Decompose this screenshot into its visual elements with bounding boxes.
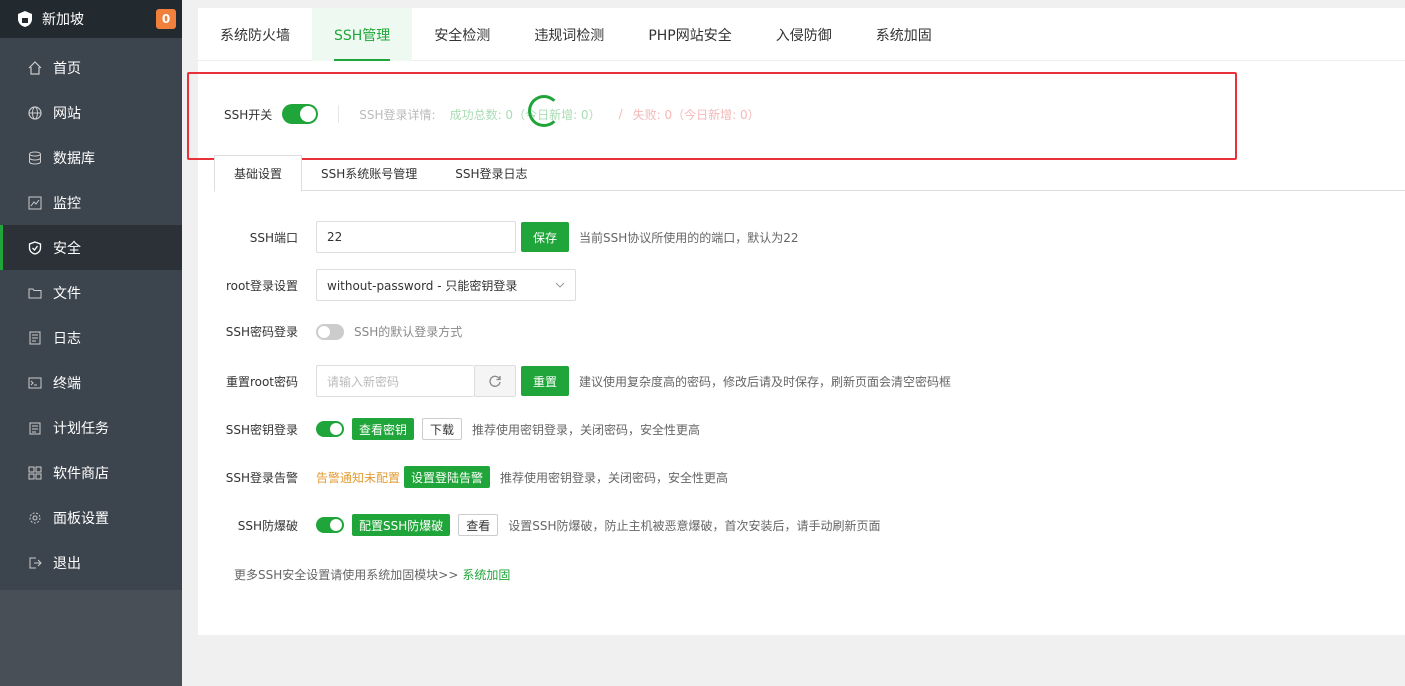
- logo-icon: [18, 11, 32, 27]
- site-name: 新加坡: [42, 12, 84, 28]
- sidebar-item-label: 首页: [53, 60, 81, 77]
- more-settings-text: 更多SSH安全设置请使用系统加固模块>>: [234, 568, 459, 582]
- row-login-alarm: SSH登录告警 告警通知未配置 设置登陆告警 推荐使用密钥登录，关闭密码，安全性…: [214, 466, 728, 488]
- ssh-port-input[interactable]: 22: [316, 221, 516, 253]
- globe-icon: [27, 105, 43, 121]
- subtab-basic[interactable]: 基础设置: [214, 155, 303, 192]
- tab-ssh[interactable]: SSH管理: [312, 8, 413, 61]
- sidebar-item-home[interactable]: 首页: [0, 45, 182, 90]
- ssh-port-label: SSH端口: [249, 230, 298, 245]
- shield-icon: [27, 240, 43, 256]
- sidebar-item-website[interactable]: 网站: [0, 90, 182, 135]
- sidebar-item-label: 监控: [53, 195, 81, 212]
- top-tabs: 系统防火墙 SSH管理 安全检测 违规词检测 PHP网站安全 入侵防御 系统加固: [198, 8, 1405, 61]
- tab-php-security[interactable]: PHP网站安全: [626, 8, 753, 61]
- sidebar-item-settings[interactable]: 面板设置: [0, 495, 182, 540]
- sidebar-item-label: 面板设置: [53, 510, 109, 527]
- row-reset-root: 重置root密码 请输入新密码 重置 建议使用复杂度高的密码，修改后请及时保存，…: [214, 365, 951, 397]
- log-icon: [27, 330, 43, 346]
- sidebar-item-logs[interactable]: 日志: [0, 315, 182, 360]
- login-alarm-hint: 推荐使用密钥登录，关闭密码，安全性更高: [500, 470, 729, 485]
- sidebar-item-security[interactable]: 安全: [0, 225, 182, 270]
- row-root-login: root登录设置 without-password - 只能密钥登录: [214, 269, 576, 301]
- sidebar-item-logout[interactable]: 退出: [0, 540, 182, 585]
- download-key-button[interactable]: 下载: [422, 418, 463, 440]
- calendar-icon: [27, 420, 43, 436]
- reset-hint: 建议使用复杂度高的密码，修改后请及时保存，刷新页面会清空密码框: [579, 374, 952, 389]
- sidebar-item-label: 日志: [53, 330, 81, 347]
- sidebar-item-files[interactable]: 文件: [0, 270, 182, 315]
- brute-force-label: SSH防爆破: [237, 518, 298, 533]
- folder-icon: [27, 285, 43, 301]
- sidebar-item-label: 计划任务: [53, 420, 109, 437]
- sidebar-item-store[interactable]: 软件商店: [0, 450, 182, 495]
- sidebar: 新加坡 0 首页 网站 数据库 监控 安全 文件 日志 终端 计划任务 软件商店…: [0, 0, 182, 686]
- sidebar-item-monitor[interactable]: 监控: [0, 180, 182, 225]
- row-ssh-port: SSH端口 22 保存 当前SSH协议所使用的的端口，默认为22: [214, 221, 799, 253]
- row-brute-force: SSH防爆破 配置SSH防爆破 查看 设置SSH防爆破，防止主机被恶意爆破，首次…: [214, 514, 881, 536]
- brute-force-hint: 设置SSH防爆破，防止主机被恶意爆破，首次安装后，请手动刷新页面: [508, 518, 881, 533]
- tab-firewall[interactable]: 系统防火墙: [198, 8, 312, 61]
- key-login-switch[interactable]: [316, 421, 344, 437]
- monitor-icon: [27, 195, 43, 211]
- notification-badge[interactable]: 0: [156, 9, 176, 29]
- alarm-warning: 告警通知未配置: [316, 470, 401, 485]
- root-login-label: root登录设置: [225, 278, 298, 293]
- ssh-port-hint: 当前SSH协议所使用的的端口，默认为22: [579, 230, 799, 245]
- root-login-value: without-password - 只能密钥登录: [327, 278, 518, 293]
- sidebar-footer: [0, 590, 182, 686]
- root-login-select[interactable]: without-password - 只能密钥登录: [316, 269, 576, 301]
- reset-root-label: 重置root密码: [225, 374, 298, 389]
- new-password-input[interactable]: 请输入新密码: [316, 365, 474, 397]
- key-login-hint: 推荐使用密钥登录，关闭密码，安全性更高: [472, 422, 701, 437]
- sidebar-item-label: 终端: [53, 375, 81, 392]
- save-button[interactable]: 保存: [521, 222, 570, 252]
- sidebar-item-label: 安全: [53, 240, 81, 257]
- password-login-hint: SSH的默认登录方式: [354, 325, 463, 339]
- sidebar-item-label: 退出: [53, 555, 81, 572]
- subtab-login-log[interactable]: SSH登录日志: [436, 155, 546, 191]
- brute-force-switch[interactable]: [316, 517, 344, 533]
- sidebar-item-label: 数据库: [53, 150, 95, 167]
- chevron-down-icon: [555, 282, 565, 288]
- sidebar-item-label: 文件: [53, 285, 81, 302]
- refresh-icon: [489, 375, 501, 387]
- grid-icon: [27, 465, 43, 481]
- home-icon: [27, 60, 43, 76]
- password-login-switch[interactable]: [316, 323, 344, 340]
- config-brute-force-button[interactable]: 配置SSH防爆破: [352, 514, 451, 536]
- sidebar-item-cron[interactable]: 计划任务: [0, 405, 182, 450]
- sidebar-menu: 首页 网站 数据库 监控 安全 文件 日志 终端 计划任务 软件商店 面板设置 …: [0, 45, 182, 585]
- password-login-label: SSH密码登录: [225, 325, 298, 339]
- sidebar-item-database[interactable]: 数据库: [0, 135, 182, 180]
- sidebar-item-terminal[interactable]: 终端: [0, 360, 182, 405]
- highlight-box: [187, 72, 1237, 160]
- view-brute-force-button[interactable]: 查看: [458, 514, 499, 536]
- subtab-accounts[interactable]: SSH系统账号管理: [302, 155, 436, 191]
- key-login-label: SSH密钥登录: [225, 422, 298, 437]
- tab-security-check[interactable]: 安全检测: [412, 8, 512, 61]
- database-icon: [27, 150, 43, 166]
- tab-word-check[interactable]: 违规词检测: [512, 8, 626, 61]
- sidebar-item-label: 软件商店: [53, 465, 109, 482]
- view-key-button[interactable]: 查看密钥: [352, 418, 415, 440]
- gear-icon: [27, 510, 43, 526]
- sidebar-item-label: 网站: [53, 105, 81, 122]
- more-settings: 更多SSH安全设置请使用系统加固模块>> 系统加固: [234, 566, 510, 583]
- row-password-login: SSH密码登录 SSH的默认登录方式: [214, 323, 462, 340]
- hardening-link[interactable]: 系统加固: [462, 566, 510, 583]
- reset-button[interactable]: 重置: [521, 366, 570, 396]
- logout-icon: [27, 555, 43, 571]
- sidebar-header: 新加坡 0: [0, 0, 182, 38]
- tab-hardening[interactable]: 系统加固: [854, 8, 954, 61]
- row-key-login: SSH密钥登录 查看密钥 下载 推荐使用密钥登录，关闭密码，安全性更高: [214, 418, 700, 440]
- terminal-icon: [27, 375, 43, 391]
- sub-tabs: 基础设置 SSH系统账号管理 SSH登录日志: [214, 155, 1405, 192]
- set-alarm-button[interactable]: 设置登陆告警: [404, 466, 491, 488]
- refresh-password-button[interactable]: [474, 365, 516, 397]
- tab-intrusion[interactable]: 入侵防御: [754, 8, 854, 61]
- login-alarm-label: SSH登录告警: [225, 470, 298, 485]
